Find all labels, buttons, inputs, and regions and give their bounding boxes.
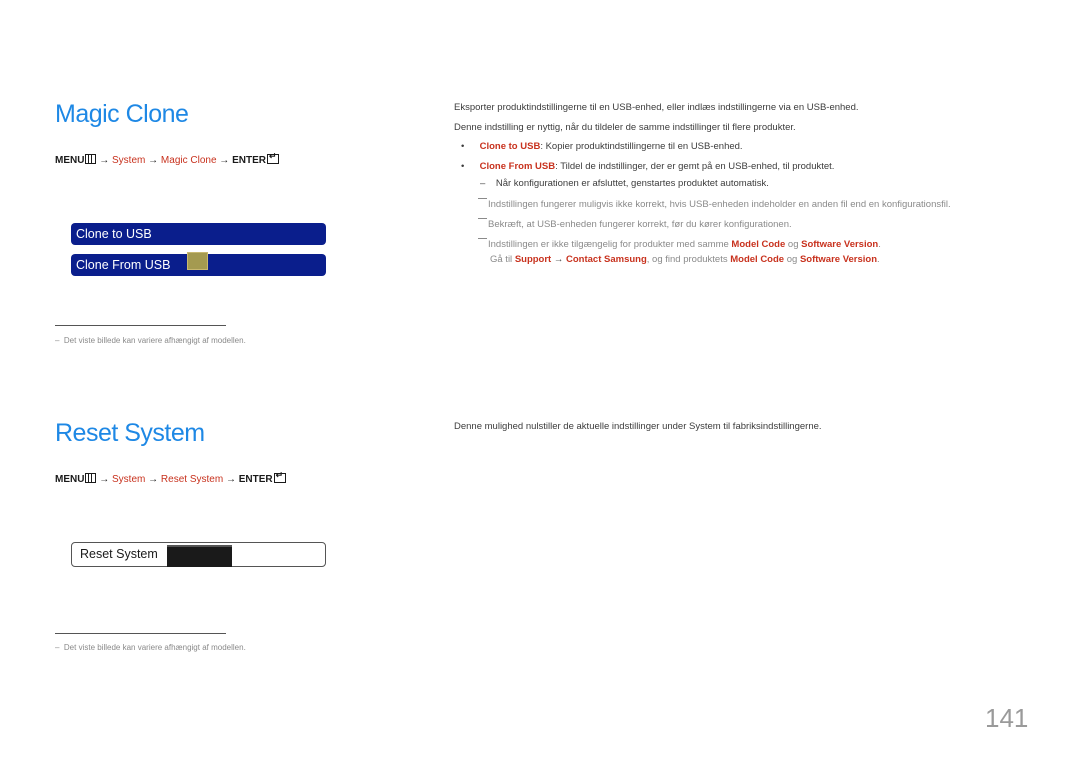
- note-icon: [478, 238, 487, 239]
- note-text: .: [877, 254, 880, 265]
- bullet-dot: •: [461, 141, 465, 152]
- footnote-reset-system: – Det viste billede kan variere afhængig…: [55, 643, 246, 652]
- note-text: , og find produktets: [646, 254, 731, 265]
- option-label: Reset System: [80, 547, 158, 561]
- path-magic-clone: Magic Clone: [160, 155, 217, 166]
- path-arrow: →: [148, 155, 159, 166]
- bullet-text: : Kopier produktindstillingerne til en U…: [540, 141, 743, 152]
- sub-note: – Når konfigurationen er afsluttet, gens…: [480, 178, 769, 189]
- path-system: System: [112, 155, 146, 166]
- note-item: Indstillingen fungerer muligvis ikke kor…: [478, 198, 951, 210]
- note-text: og: [785, 239, 802, 250]
- contact-samsung-term: Contact Samsung: [566, 254, 647, 265]
- software-version-term: Software Version: [799, 254, 878, 265]
- menu-path-reset-system: MENU → System → Reset System → ENTER: [55, 470, 286, 485]
- bullet-item-clone-from-usb: • Clone From USB: Tildel de indstillinge…: [461, 161, 834, 172]
- footnote-magic-clone: – Det viste billede kan variere afhængig…: [55, 336, 246, 345]
- footnote-divider: [55, 325, 226, 326]
- footnote-text: Det viste billede kan variere afhængigt …: [63, 336, 246, 345]
- note-item: Indstillingen er ikke tilgængelig for pr…: [478, 238, 881, 250]
- note-icon: [478, 218, 487, 219]
- enter-icon: [266, 151, 279, 164]
- menu-item-clone-to-usb[interactable]: Clone to USB: [71, 223, 326, 245]
- menu-label: MENU: [55, 155, 85, 166]
- bullet-dot: •: [461, 161, 465, 172]
- bullet-item-clone-to-usb: • Clone to USB: Kopier produktindstillin…: [461, 141, 743, 152]
- menu-label: MENU: [55, 474, 85, 485]
- bullet-term: Clone to USB: [479, 141, 541, 152]
- path-arrow: →: [551, 254, 567, 265]
- menu-icon: [85, 473, 97, 483]
- note-icon: [478, 198, 487, 199]
- path-system: System: [112, 474, 146, 485]
- path-arrow: →: [219, 155, 230, 166]
- value-field: [167, 545, 232, 567]
- path-arrow: →: [225, 474, 236, 485]
- selection-cursor: [187, 252, 208, 270]
- note-text: Indstillingen fungerer muligvis ikke kor…: [488, 199, 951, 210]
- description-line: Eksporter produktindstillingerne til en …: [454, 102, 859, 113]
- software-version-term: Software Version: [801, 239, 879, 250]
- note-text: Bekræft, at USB-enheden fungerer korrekt…: [488, 219, 792, 230]
- note-text: .: [878, 239, 881, 250]
- menu-item-label: Clone to USB: [76, 227, 152, 241]
- path-arrow: →: [148, 474, 159, 485]
- support-term: Support: [514, 254, 552, 265]
- menu-path-magic-clone: MENU → System → Magic Clone → ENTER: [55, 151, 279, 166]
- bullet-term: Clone From USB: [479, 161, 556, 172]
- footnote-dash: –: [55, 643, 60, 652]
- path-arrow: →: [99, 474, 110, 485]
- model-code-term: Model Code: [730, 254, 785, 265]
- sub-note-dash: –: [480, 178, 486, 189]
- footnote-divider: [55, 633, 226, 634]
- description-line: Denne indstilling er nyttig, når du tild…: [454, 122, 796, 133]
- note-item-continued: Gå til Support → Contact Samsung, og fin…: [490, 254, 880, 265]
- note-text: Gå til: [490, 254, 515, 265]
- bullet-text: : Tildel de indstillinger, der er gemt p…: [555, 161, 835, 172]
- section-title-reset-system: Reset System: [55, 419, 205, 447]
- sub-note-text: Når konfigurationen er afsluttet, gensta…: [495, 178, 769, 189]
- note-text: og: [784, 254, 800, 265]
- model-code-term: Model Code: [731, 239, 786, 250]
- note-text: Indstillingen er ikke tilgængelig for pr…: [488, 239, 732, 250]
- path-arrow: →: [99, 155, 110, 166]
- menu-icon: [85, 154, 97, 164]
- footnote-dash: –: [55, 336, 60, 345]
- enter-icon: [273, 470, 286, 483]
- footnote-text: Det viste billede kan variere afhængigt …: [63, 643, 246, 652]
- enter-label: ENTER: [238, 474, 273, 485]
- path-reset-system: Reset System: [160, 474, 224, 485]
- reset-description: Denne mulighed nulstiller de aktuelle in…: [454, 421, 822, 432]
- section-title-magic-clone: Magic Clone: [55, 100, 189, 128]
- note-item: Bekræft, at USB-enheden fungerer korrekt…: [478, 218, 792, 230]
- enter-label: ENTER: [232, 155, 266, 166]
- page-number: 141: [985, 703, 1029, 733]
- menu-item-label: Clone From USB: [76, 258, 171, 272]
